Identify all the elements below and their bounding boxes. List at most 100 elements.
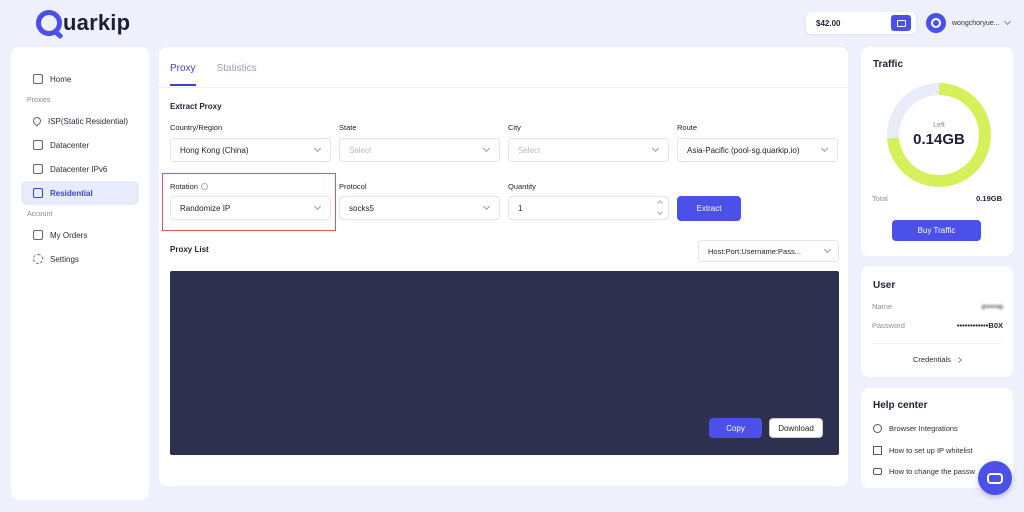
wallet-balance: $42.00 (806, 12, 916, 34)
sidebar-item-label: Settings (50, 254, 79, 264)
brand-name: uarkip (63, 10, 131, 35)
divider (872, 343, 1002, 344)
proxy-list-title: Proxy List (170, 245, 209, 254)
extract-button[interactable]: Extract (677, 196, 741, 221)
rotation-select[interactable]: Randomize IP (170, 196, 331, 220)
chat-support-button[interactable] (978, 461, 1012, 495)
buy-traffic-button[interactable]: Buy Traffic (892, 220, 981, 241)
protocol-value: socks5 (349, 203, 374, 213)
sidebar-item-my-orders[interactable]: My Orders (21, 223, 139, 247)
country-value: Hong Kong (China) (180, 145, 249, 155)
traffic-card: Traffic Left 0.14GB Total 0.19GB Buy Tra… (861, 47, 1013, 256)
tab-statistics[interactable]: Statistics (217, 63, 257, 86)
chevron-down-icon (313, 202, 322, 211)
user-menu[interactable]: wongchoryue... (926, 13, 1012, 33)
city-label: City (508, 123, 521, 132)
chevron-down-icon (820, 144, 829, 153)
route-select[interactable]: Asia-Pacific (pool-sg.quarkip.io) (677, 138, 838, 162)
state-label: State (339, 123, 357, 132)
sidebar: Home Proxies ISP(Static Residential) Dat… (11, 47, 149, 500)
city-value: Select (518, 145, 541, 155)
sidebar-item-label: Home (50, 74, 72, 84)
state-value: Select (349, 145, 372, 155)
gear-icon (33, 254, 43, 264)
tab-divider (159, 87, 848, 88)
sidebar-item-datacenter[interactable]: Datacenter (21, 133, 139, 157)
country-select[interactable]: Hong Kong (China) (170, 138, 331, 162)
help-item-change-password[interactable]: How to change the passw (873, 467, 975, 476)
chevron-up-icon[interactable] (657, 200, 663, 206)
download-button[interactable]: Download (769, 418, 823, 438)
chevron-down-icon (823, 245, 832, 254)
traffic-left-value: 0.14GB (913, 131, 965, 148)
sidebar-item-isp[interactable]: ISP(Static Residential) (21, 109, 139, 133)
quantity-label: Quantity (508, 182, 536, 191)
format-value: Host:Port:Username:Pass... (708, 246, 801, 256)
sidebar-section-account: Account (27, 211, 53, 218)
rotation-value: Randomize IP (180, 203, 231, 213)
server-icon (33, 140, 43, 150)
sidebar-item-settings[interactable]: Settings (21, 247, 139, 271)
chevron-right-icon (956, 357, 962, 363)
help-item-ip-whitelist[interactable]: How to set up IP whitelist (873, 446, 973, 455)
copy-button[interactable]: Copy (709, 418, 762, 438)
password-label: Password (872, 321, 905, 330)
info-icon[interactable] (200, 183, 208, 190)
user-card: User Name z•••••o Password ••••••••••••B… (861, 266, 1013, 377)
name-label: Name (872, 302, 893, 311)
route-label: Route (677, 123, 698, 132)
help-item-label: How to change the passw (889, 467, 975, 476)
sidebar-item-datacenter-ipv6[interactable]: Datacenter IPv6 (21, 157, 139, 181)
chevron-down-icon (482, 144, 491, 153)
globe-icon (873, 424, 882, 433)
monitor-icon (33, 164, 43, 174)
help-item-label: How to set up IP whitelist (889, 446, 973, 455)
help-item-label: Browser Integrations (889, 424, 958, 433)
sidebar-item-residential[interactable]: Residential (21, 181, 139, 205)
chevron-down-icon (482, 202, 491, 211)
whitelist-icon (873, 446, 882, 455)
quarkip-q-logo-icon (36, 10, 62, 36)
name-value: z•••••o (981, 302, 1003, 311)
sidebar-item-label: Residential (50, 188, 93, 198)
sidebar-item-label: ISP(Static Residential) (48, 116, 129, 126)
credentials-link-label: Credentials (912, 355, 951, 364)
donut-center: Left 0.14GB (899, 95, 979, 175)
avatar (926, 13, 946, 33)
protocol-select[interactable]: socks5 (339, 196, 500, 220)
help-item-browser-integrations[interactable]: Browser Integrations (873, 424, 958, 433)
chat-icon (987, 472, 1003, 484)
sidebar-item-home[interactable]: Home (21, 67, 139, 91)
extract-proxy-title: Extract Proxy (170, 102, 222, 111)
route-value: Asia-Pacific (pool-sg.quarkip.io) (687, 145, 800, 155)
main-panel: Proxy Statistics Extract Proxy Country/R… (159, 47, 848, 486)
password-value: ••••••••••••B0X (956, 321, 1003, 330)
protocol-label: Protocol (339, 182, 367, 191)
traffic-title: Traffic (873, 59, 904, 70)
quantity-stepper[interactable]: 1 (508, 196, 669, 220)
wallet-icon (896, 19, 906, 27)
brand-logo[interactable]: uarkip (36, 10, 130, 36)
tab-bar: Proxy Statistics (170, 63, 278, 86)
format-select[interactable]: Host:Port:Username:Pass... (698, 240, 839, 262)
sidebar-item-label: Datacenter IPv6 (50, 164, 108, 174)
username: wongchoryue... (952, 19, 1000, 27)
state-select[interactable]: Select (339, 138, 500, 162)
quantity-value: 1 (518, 203, 523, 213)
sidebar-section-proxies: Proxies (27, 97, 51, 104)
credentials-link[interactable]: Credentials (861, 355, 1013, 364)
wallet-button[interactable] (891, 15, 911, 31)
traffic-left-label: Left (933, 122, 945, 129)
city-select[interactable]: Select (508, 138, 669, 162)
user-title: User (873, 280, 896, 291)
orders-icon (33, 230, 43, 240)
traffic-donut-chart: Left 0.14GB (887, 83, 991, 187)
help-center-title: Help center (873, 400, 928, 411)
balance-amount: $42.00 (816, 18, 841, 28)
tab-proxy[interactable]: Proxy (170, 63, 196, 86)
country-label: Country/Region (170, 123, 223, 132)
sidebar-item-label: Datacenter (50, 140, 90, 150)
chevron-down-icon[interactable] (657, 209, 663, 215)
traffic-total-label: Total (872, 194, 888, 203)
traffic-total-value: 0.19GB (976, 194, 1002, 203)
